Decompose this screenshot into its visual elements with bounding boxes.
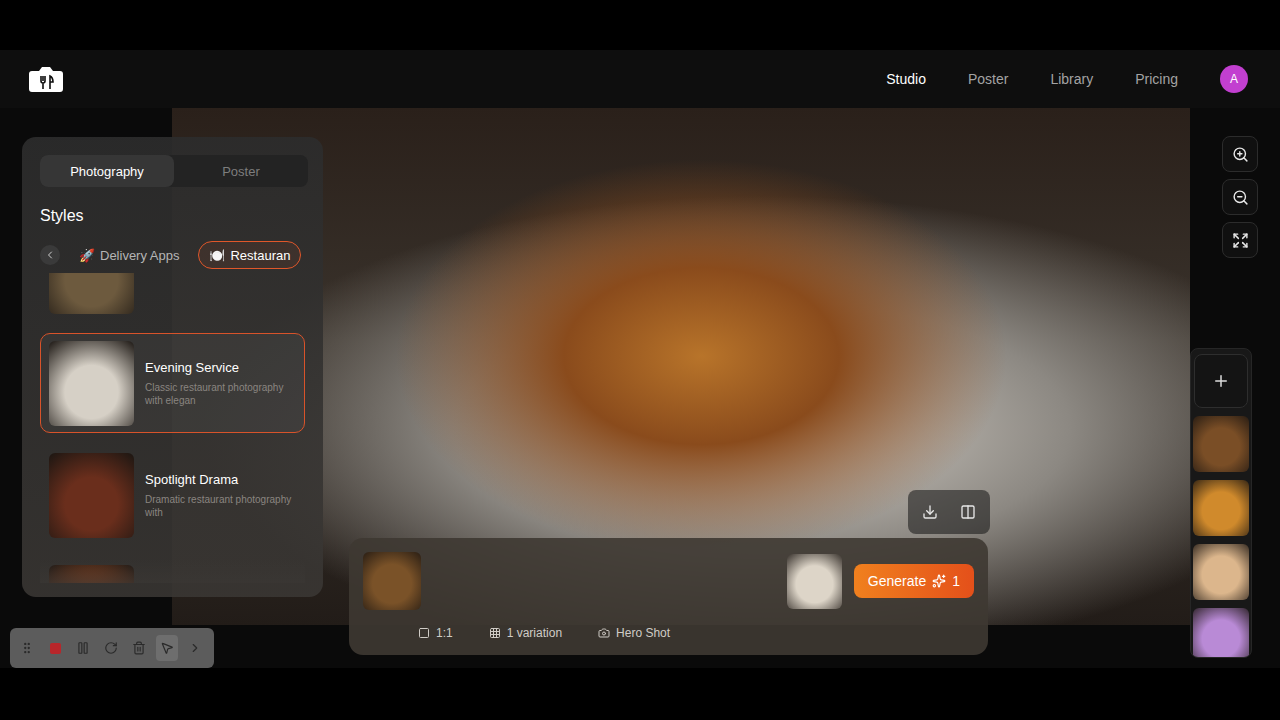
chip-label: Delivery Apps (100, 248, 179, 263)
history-thumbnail[interactable] (1193, 544, 1249, 600)
compare-icon (960, 504, 976, 520)
right-column (1190, 108, 1260, 668)
style-name: Evening Service (145, 360, 296, 375)
generate-button[interactable]: Generate 1 (854, 564, 974, 598)
stop-button[interactable] (44, 635, 66, 661)
styles-panel: PhotographyPoster Styles 🚀 Delivery Apps 🍽️ R… (22, 137, 323, 597)
pause-icon (76, 641, 90, 655)
image-actions (908, 490, 990, 534)
zoom-tools (1222, 136, 1258, 258)
compare-button[interactable] (952, 496, 984, 528)
shot-icon (598, 627, 610, 639)
generation-options: 1:1 1 variation Hero Shot (363, 624, 974, 642)
category-chip[interactable]: 🍽️ Restauran (198, 241, 301, 269)
trash-icon (132, 641, 146, 655)
restart-button[interactable] (100, 635, 122, 661)
mode-tabs: PhotographyPoster (40, 155, 308, 187)
option-label: Hero Shot (616, 626, 670, 640)
pointer-icon (160, 641, 174, 655)
style-description: Dramatic restaurant photography with (145, 493, 296, 519)
style-preview (49, 341, 134, 426)
delete-button[interactable] (128, 635, 150, 661)
style-name: Spotlight Drama (145, 472, 296, 487)
option-label: 1 variation (507, 626, 562, 640)
drag-handle[interactable] (16, 635, 38, 661)
nav-item[interactable]: Pricing (1135, 71, 1178, 87)
style-preview (49, 453, 134, 538)
chip-label: Restauran (230, 248, 290, 263)
option-label: 1:1 (436, 626, 453, 640)
category-chip[interactable]: 🚀 Delivery Apps (68, 241, 190, 269)
style-preview (49, 565, 134, 584)
chip-emoji: 🍽️ (209, 248, 225, 263)
source-image[interactable] (363, 552, 421, 610)
prompt-bar: Generate 1 1:1 1 variation Hero Shot (349, 538, 988, 655)
history-thumbnail[interactable] (1193, 608, 1249, 658)
expand-toolbar-button[interactable] (184, 635, 206, 661)
expand-icon (1232, 232, 1249, 249)
style-description: Classic restaurant photography with eleg… (145, 381, 296, 407)
chips-prev-button[interactable] (40, 245, 60, 265)
mode-tab[interactable]: Poster (174, 155, 308, 187)
style-list: Evening Service Classic restaurant photog… (40, 273, 305, 583)
restart-icon (104, 641, 118, 655)
option-button[interactable]: Hero Shot (598, 624, 670, 642)
fullscreen-button[interactable] (1222, 222, 1258, 258)
header: Studio Poster Library Pricing A (0, 50, 1280, 108)
download-button[interactable] (914, 496, 946, 528)
camera-cutlery-logo-icon[interactable] (28, 65, 64, 93)
recorder-toolbar (10, 628, 214, 668)
bottom-letterbox (0, 668, 1280, 720)
zoom-in-icon (1232, 146, 1249, 163)
history-thumbnail[interactable] (1193, 416, 1249, 472)
variations-icon (489, 627, 501, 639)
chevron-left-icon (44, 249, 56, 261)
style-card[interactable]: Evening Service Classic restaurant photog… (40, 333, 305, 433)
zoom-out-button[interactable] (1222, 179, 1258, 215)
user-avatar[interactable]: A (1220, 65, 1248, 93)
prompt-input[interactable] (433, 569, 775, 593)
history-panel (1190, 348, 1252, 658)
sparkles-icon (932, 574, 946, 588)
studio-canvas: PhotographyPoster Styles 🚀 Delivery Apps 🍽️ R… (0, 108, 1280, 668)
zoom-out-icon (1232, 189, 1249, 206)
history-thumbnail[interactable] (1193, 480, 1249, 536)
style-card[interactable] (40, 557, 305, 583)
style-preview (49, 273, 134, 314)
category-chips: 🚀 Delivery Apps 🍽️ Restauran (40, 241, 305, 269)
style-card[interactable]: Spotlight Drama Dramatic restaurant photo… (40, 445, 305, 545)
add-button[interactable] (1194, 354, 1248, 408)
style-card[interactable] (40, 273, 305, 321)
styles-title: Styles (40, 207, 305, 225)
style-reference-image[interactable] (787, 554, 842, 609)
stop-icon (50, 643, 61, 654)
credit-count: 1 (952, 573, 960, 589)
nav-item[interactable]: Poster (968, 71, 1008, 87)
nav-item[interactable]: Library (1050, 71, 1093, 87)
download-icon (922, 504, 938, 520)
zoom-in-button[interactable] (1222, 136, 1258, 172)
mode-tab[interactable]: Photography (40, 155, 174, 187)
main-nav: Studio Poster Library Pricing A (886, 65, 1248, 93)
option-button[interactable]: 1 variation (489, 624, 562, 642)
app-window: StudioPosterLibraryPricingAPhotographyPo… (0, 0, 1280, 720)
grip-icon (20, 641, 34, 655)
ratio-icon (418, 627, 430, 639)
pointer-button[interactable] (156, 635, 178, 661)
top-letterbox (0, 0, 1280, 50)
plus-icon (1212, 372, 1230, 390)
pause-button[interactable] (72, 635, 94, 661)
option-button[interactable]: 1:1 (418, 624, 453, 642)
generate-label: Generate (868, 573, 926, 589)
chip-emoji: 🚀 (79, 248, 95, 263)
nav-item[interactable]: Studio (886, 71, 926, 87)
chevron-right-icon (188, 641, 202, 655)
